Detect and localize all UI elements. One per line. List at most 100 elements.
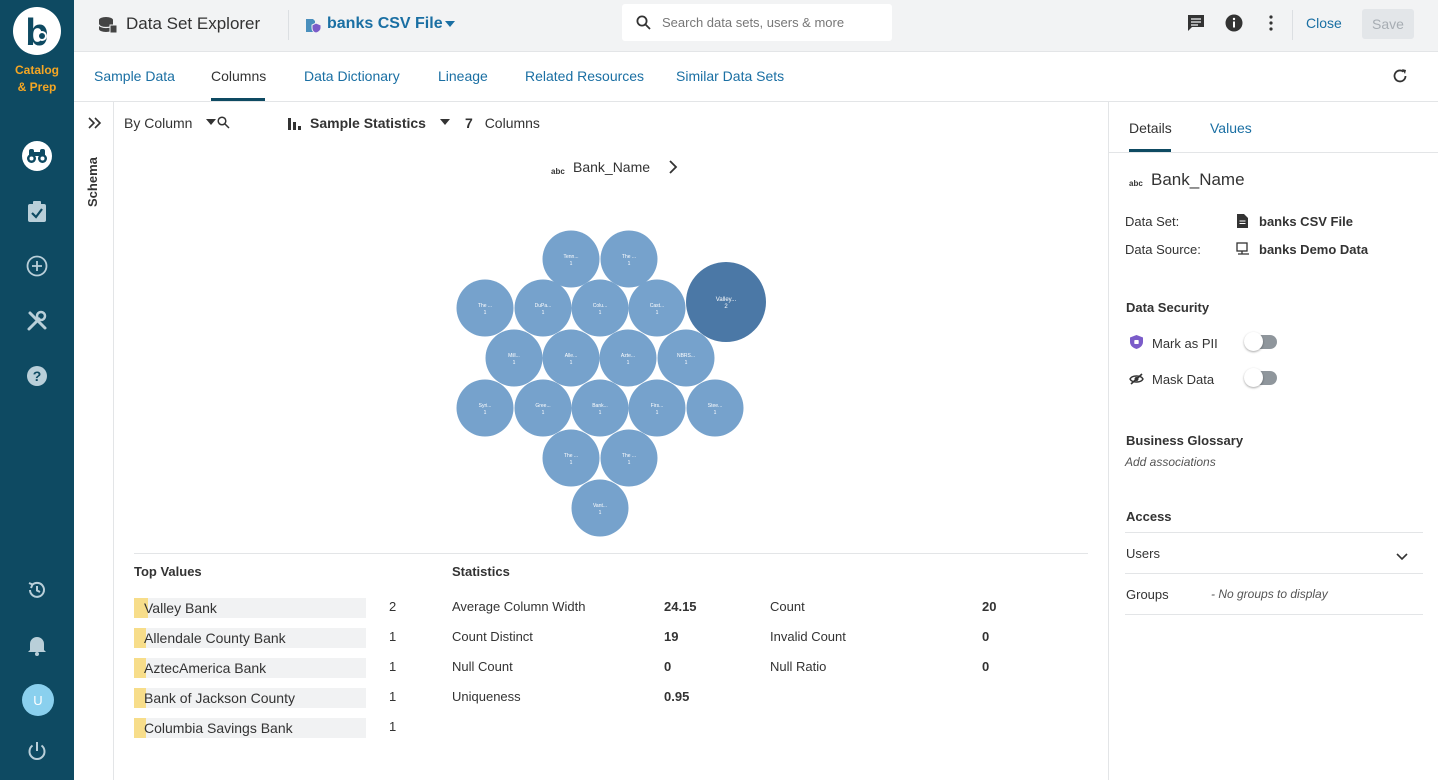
top-value-row[interactable]: Allendale County Bank [134,628,366,648]
business-glossary-heading: Business Glossary [1126,433,1244,448]
info-icon [1225,14,1243,32]
expand-panel-icon[interactable] [88,116,102,134]
help-nav-button[interactable]: ? [21,360,53,392]
value-bubble[interactable]: Mill...1 [485,329,543,387]
more-options-button[interactable] [1261,13,1281,33]
logo-mark: b [25,12,48,54]
value-bubble[interactable]: NBRS...1 [657,329,715,387]
tab-lineage[interactable]: Lineage [438,68,488,84]
tab-similar-data-sets[interactable]: Similar Data Sets [676,68,784,84]
bubble-label: Alle... [565,353,578,359]
svg-text:?: ? [33,368,42,384]
comments-button[interactable] [1186,13,1206,33]
binoculars-icon [27,149,47,163]
value-bubble[interactable]: Azte...1 [599,329,657,387]
tab-values[interactable]: Values [1210,120,1252,136]
value-bubble[interactable]: Cast...1 [628,279,686,337]
value-bubble[interactable]: Syri...1 [456,379,514,437]
logout-nav-button[interactable] [21,735,53,767]
value-bubble[interactable]: The ...1 [542,429,600,487]
chevron-down-icon[interactable] [445,21,455,27]
tasks-nav-button[interactable] [21,196,53,228]
value-bubble[interactable]: DuPa...1 [514,279,572,337]
value-bubble[interactable]: The ...1 [600,429,658,487]
global-search[interactable] [622,4,892,41]
mark-pii-label: Mark as PII [1152,336,1218,351]
value-bubble[interactable]: Stee...1 [686,379,744,437]
schema-label[interactable]: Schema [85,157,100,207]
bubble-count: 1 [599,410,602,416]
info-button[interactable] [1224,13,1244,33]
tab-details[interactable]: Details [1129,120,1172,136]
top-value-label: Bank of Jackson County [144,690,295,706]
users-label[interactable]: Users [1126,546,1160,561]
add-nav-button[interactable] [21,250,53,282]
explore-nav-button[interactable] [22,141,52,171]
dataset-link[interactable]: banks CSV File [1259,214,1353,229]
access-divider [1125,532,1423,533]
bubble-label: Azte... [621,353,635,359]
save-button[interactable]: Save [1362,9,1414,39]
mask-data-label: Mask Data [1152,372,1215,387]
column-title: Bank_Name [1151,170,1245,189]
add-associations-link[interactable]: Add associations [1125,455,1216,469]
value-bubble[interactable]: Bank...1 [571,379,629,437]
avatar-initial: U [33,692,43,708]
dataset-label: Data Set: [1125,214,1180,229]
tools-nav-button[interactable] [21,305,53,337]
bubble-label: The ... [622,254,636,260]
top-value-row[interactable]: Columbia Savings Bank [134,718,366,738]
bubble-label: Vant... [593,503,607,509]
tab-sample-data[interactable]: Sample Data [94,68,175,84]
tab-bar: Sample Data Columns Data Dictionary Line… [74,52,1438,102]
top-value-count: 1 [389,659,397,674]
statistic-label: Invalid Count [770,629,846,644]
value-bubble[interactable]: Firs...1 [628,379,686,437]
tab-related-resources[interactable]: Related Resources [525,68,644,84]
top-value-row[interactable]: Valley Bank [134,598,366,618]
top-value-label: Allendale County Bank [144,630,286,646]
bubble-count: 1 [599,510,602,516]
top-value-row[interactable]: AztecAmerica Bank [134,658,366,678]
string-type-icon: abc [1129,175,1145,193]
statistic-label: Count Distinct [452,629,533,644]
value-bubble[interactable]: Colu...1 [571,279,629,337]
user-avatar[interactable]: U [22,684,54,716]
page-title: Data Set Explorer [126,14,261,33]
bubble-count: 1 [484,310,487,316]
data-set-icon [98,16,118,39]
value-bubble[interactable]: Valley...2 [686,262,766,342]
mask-data-toggle[interactable] [1244,368,1277,387]
value-bubble[interactable]: Vant...1 [571,479,629,537]
certified-dataset-icon [304,16,322,39]
dataset-selector[interactable]: banks CSV File [327,15,443,33]
search-input[interactable] [662,12,882,32]
refresh-icon[interactable] [1392,68,1408,89]
value-bubble[interactable]: Gree...1 [514,379,572,437]
value-bubble[interactable]: The ...1 [456,279,514,337]
left-nav-rail: b Catalog & Prep ? U [0,0,74,780]
bell-icon [28,637,46,656]
mark-pii-toggle[interactable] [1244,332,1277,351]
notifications-nav-button[interactable] [21,629,53,661]
top-value-count: 2 [389,599,397,614]
top-value-row[interactable]: Bank of Jackson County [134,688,366,708]
tab-data-dictionary[interactable]: Data Dictionary [304,68,400,84]
statistic-value: 0 [982,659,990,674]
top-value-count: 1 [389,629,397,644]
section-divider [134,553,1088,554]
columns-view: By Column Sample Statistics 7 Columns ab… [114,102,1108,780]
value-bubble[interactable]: Alle...1 [542,329,600,387]
close-button[interactable]: Close [1306,15,1342,31]
history-nav-button[interactable] [21,574,53,606]
value-bubble[interactable]: Tenn...1 [542,230,600,288]
brand-line-2: & Prep [17,80,57,94]
tab-divider [1109,152,1438,153]
chevron-down-icon[interactable] [1396,548,1408,566]
tab-columns[interactable]: Columns [211,68,266,84]
groups-empty-text: - No groups to display [1211,587,1328,601]
datasource-link[interactable]: banks Demo Data [1259,242,1368,257]
bubble-count: 1 [513,360,516,366]
value-bubble[interactable]: The ...1 [600,230,658,288]
app-logo[interactable]: b [13,7,61,55]
